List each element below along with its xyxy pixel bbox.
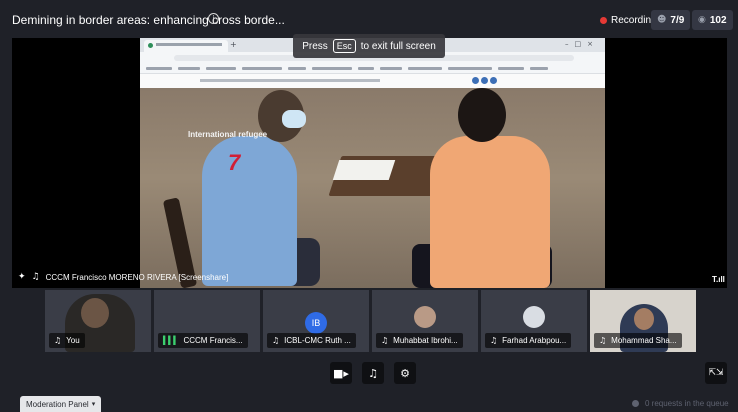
bookmark-item xyxy=(242,67,282,70)
new-tab-icon: + xyxy=(230,40,237,49)
participant-tile-muhabbat[interactable]: ♫ Muhabbat Ibrohi... xyxy=(372,290,478,352)
moderation-label: Moderation Panel xyxy=(26,399,89,409)
people-icon: ☻ xyxy=(657,15,667,25)
settings-button[interactable]: ⚙ xyxy=(394,362,416,384)
web-app-icons xyxy=(472,77,499,84)
chevron-down-icon: ▾ xyxy=(91,400,96,408)
mic-muted-icon: ♫ xyxy=(599,336,607,345)
browser-bookmarks-bar xyxy=(140,64,605,74)
esc-suffix: to exit full screen xyxy=(360,40,436,52)
tile-name: Muhabbat Ibrohi... xyxy=(393,336,458,345)
viewers-button[interactable]: ◉ 102 xyxy=(692,10,733,30)
queue-status: 0 requests in the queue xyxy=(632,399,729,408)
mic-button[interactable]: ♫ xyxy=(362,362,384,384)
participant-tile-icbl[interactable]: IB ♫ ICBL-CMC Ruth ... xyxy=(263,290,369,352)
person-left-shape xyxy=(202,136,297,286)
mic-muted-icon: ♫ xyxy=(54,336,62,345)
viewers-count: 102 xyxy=(709,14,727,26)
window-controls-icon: –□× xyxy=(565,40,599,48)
bookmark-item xyxy=(146,67,172,70)
tile-label: ♫ ICBL-CMC Ruth ... xyxy=(267,333,356,348)
bookmark-item xyxy=(358,67,374,70)
collapse-icon: ⇱⇲ xyxy=(708,368,724,378)
person-right-shape xyxy=(430,136,550,288)
tile-name: ICBL-CMC Ruth ... xyxy=(284,336,351,345)
screenshare-view: + –□× 7 International refugee xyxy=(140,38,605,288)
participant-tile-you[interactable]: ♫ You xyxy=(45,290,151,352)
esc-key: Esc xyxy=(332,39,356,53)
tile-label: ♫ You xyxy=(49,333,85,348)
participant-tile-cccm[interactable]: ▍▍▍ CCCM Francis... xyxy=(154,290,260,352)
mic-muted-icon: ♫ xyxy=(368,366,378,380)
participants-button[interactable]: ☻ 7/9 xyxy=(651,10,691,30)
esc-prefix: Press xyxy=(302,40,328,52)
pin-icon[interactable]: ✦ xyxy=(18,272,26,282)
tile-label: ♫ Muhabbat Ibrohi... xyxy=(376,333,463,348)
bookmark-item xyxy=(178,67,200,70)
person-left-mask xyxy=(282,110,306,128)
bookmark-item xyxy=(288,67,306,70)
mic-muted-icon: ♫ xyxy=(381,336,389,345)
bookmark-item xyxy=(448,67,492,70)
bookmark-item xyxy=(408,67,442,70)
tile-name: Farhad Arabpou... xyxy=(502,336,567,345)
participants-count: 7/9 xyxy=(670,14,685,26)
app-dot-icon xyxy=(490,77,497,84)
tab-title-placeholder xyxy=(156,43,222,46)
app-dot-icon xyxy=(481,77,488,84)
avatar-initials: IB xyxy=(305,312,327,334)
meeting-title: Demining in border areas: enhancing cros… xyxy=(12,13,285,27)
web-app-title-placeholder xyxy=(200,79,380,82)
shared-video-scene: 7 International refugee xyxy=(140,88,605,288)
bookmark-item xyxy=(312,67,352,70)
avatar xyxy=(523,306,545,328)
mic-muted-icon: ♫ xyxy=(272,336,280,345)
mic-muted-icon: ♫ xyxy=(31,272,40,282)
web-app-header xyxy=(140,74,605,88)
camera-icon: ■▸ xyxy=(333,366,349,380)
app-dot-icon xyxy=(472,77,479,84)
face-shape xyxy=(81,298,109,328)
bookmark-item xyxy=(380,67,402,70)
browser-tab xyxy=(144,40,228,52)
tab-favicon-icon xyxy=(148,43,153,48)
tile-label: ▍▍▍ CCCM Francis... xyxy=(158,333,248,348)
paper-shape xyxy=(332,160,396,180)
tile-name: Mohammad Sha... xyxy=(611,336,677,345)
queue-label: 0 requests in the queue xyxy=(645,399,729,408)
tile-name: CCCM Francis... xyxy=(183,336,243,345)
signal-strength-icon: T.ıll xyxy=(712,275,725,284)
bookmark-item xyxy=(530,67,548,70)
recording-indicator: Recording xyxy=(600,12,657,28)
info-icon[interactable]: i xyxy=(208,13,219,24)
exit-fullscreen-button[interactable]: ⇱⇲ xyxy=(705,362,727,384)
participant-strip: ♫ You ▍▍▍ CCCM Francis... IB ♫ ICBL-CMC … xyxy=(45,290,705,352)
gear-icon: ⚙ xyxy=(400,366,410,380)
video-caption: International refugee xyxy=(188,130,268,139)
avatar xyxy=(414,306,436,328)
participant-tile-farhad[interactable]: ♫ Farhad Arabpou... xyxy=(481,290,587,352)
eye-icon: ◉ xyxy=(698,15,706,25)
moderation-panel-tab[interactable]: Moderation Panel ▾ xyxy=(20,396,102,412)
tile-label: ♫ Farhad Arabpou... xyxy=(485,333,572,348)
shirt-number: 7 xyxy=(228,150,241,175)
presenter-label: CCCM Francisco MORENO RIVERA [Screenshar… xyxy=(45,272,229,282)
person-right-head xyxy=(458,88,506,142)
recording-dot-icon xyxy=(600,16,607,24)
participant-tile-mohammad[interactable]: ♫ Mohammad Sha... xyxy=(590,290,696,352)
face-shape xyxy=(634,308,654,330)
camera-button[interactable]: ■▸ xyxy=(330,362,352,384)
presenter-tag: ✦ ♫ CCCM Francisco MORENO RIVERA [Screen… xyxy=(18,270,228,284)
bookmark-item xyxy=(206,67,236,70)
mic-muted-icon: ♫ xyxy=(490,336,498,345)
mic-active-icon: ▍▍▍ xyxy=(163,336,180,345)
queue-dot-icon xyxy=(632,400,639,407)
tile-label: ♫ Mohammad Sha... xyxy=(594,333,682,348)
bookmark-item xyxy=(498,67,524,70)
tile-name: You xyxy=(66,336,80,345)
fullscreen-esc-banner: Press Esc to exit full screen xyxy=(293,34,445,58)
recording-label: Recording xyxy=(611,14,657,26)
meeting-controls: ■▸ ♫ ⚙ xyxy=(330,362,426,384)
